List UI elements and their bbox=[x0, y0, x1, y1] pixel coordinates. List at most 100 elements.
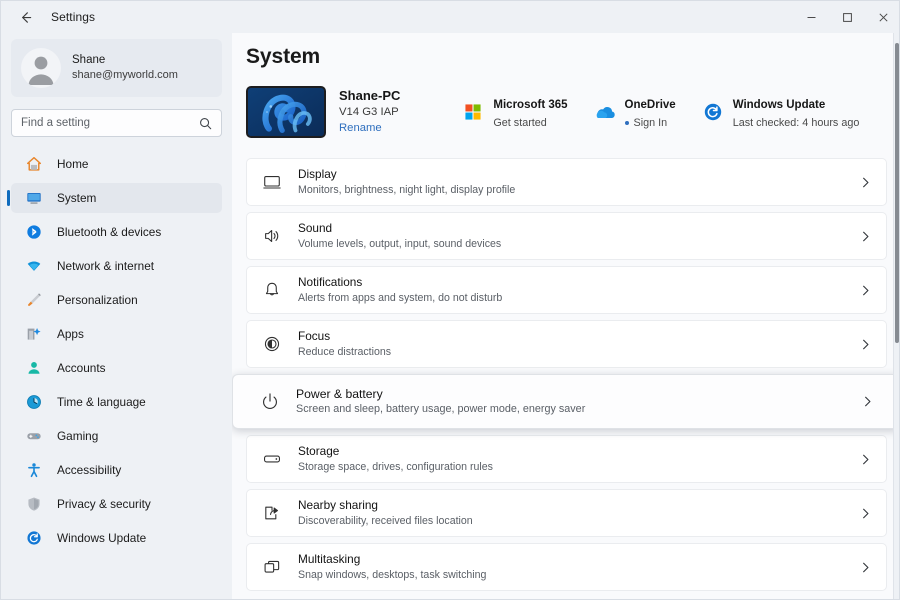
close-button[interactable] bbox=[865, 1, 899, 33]
minimize-button[interactable] bbox=[793, 1, 829, 33]
sidebar-item-label: Accessibility bbox=[57, 463, 122, 477]
settings-row-subtitle: Volume levels, output, input, sound devi… bbox=[298, 237, 502, 250]
settings-row-notifications[interactable]: Notifications Alerts from apps and system… bbox=[246, 266, 887, 314]
settings-row-multitasking[interactable]: Multitasking Snap windows, desktops, task… bbox=[246, 543, 887, 591]
status-card-onedrive[interactable]: OneDrive Sign In bbox=[594, 93, 676, 131]
account-person-icon bbox=[24, 358, 44, 378]
sidebar-item-label: Time & language bbox=[57, 395, 146, 409]
home-icon bbox=[24, 154, 44, 174]
settings-row-focus[interactable]: Focus Reduce distractions bbox=[246, 320, 887, 368]
status-card-windows-update[interactable]: Windows Update Last checked: 4 hours ago bbox=[702, 93, 860, 131]
settings-row-meta: Notifications Alerts from apps and system… bbox=[298, 275, 859, 305]
sidebar-item-apps[interactable]: Apps bbox=[11, 319, 222, 349]
sidebar-item-privacy-security[interactable]: Privacy & security bbox=[11, 489, 222, 519]
main-content: System Shane-PC V14 G3 IAP Rename Micros… bbox=[232, 33, 899, 599]
status-title: Windows Update bbox=[732, 99, 826, 112]
sidebar-item-home[interactable]: Home bbox=[11, 149, 222, 179]
onedrive-cloud-icon bbox=[594, 101, 616, 123]
search-input[interactable]: Find a setting bbox=[11, 109, 222, 137]
settings-row-meta: Nearby sharing Discoverability, received … bbox=[298, 498, 859, 528]
device-meta: Shane-PC V14 G3 IAP Rename bbox=[339, 87, 400, 136]
status-meta: OneDrive Sign In bbox=[624, 93, 676, 131]
apps-icon bbox=[24, 324, 44, 344]
status-meta: Windows Update Last checked: 4 hours ago bbox=[733, 93, 860, 131]
close-icon bbox=[878, 12, 889, 23]
settings-row-storage[interactable]: Storage Storage space, drives, configurat… bbox=[246, 435, 887, 483]
sidebar-item-windows-update[interactable]: Windows Update bbox=[11, 523, 222, 553]
maximize-button[interactable] bbox=[829, 1, 865, 33]
sidebar-item-label: System bbox=[57, 191, 97, 205]
settings-row-sound[interactable]: Sound Volume levels, output, input, sound… bbox=[246, 212, 887, 260]
sidebar-item-personalization[interactable]: Personalization bbox=[11, 285, 222, 315]
update-refresh-icon bbox=[24, 528, 44, 548]
windows-update-icon bbox=[702, 101, 724, 123]
settings-row-title: Multitasking bbox=[298, 551, 361, 566]
sidebar-item-label: Windows Update bbox=[57, 531, 147, 545]
device-thumbnail bbox=[246, 86, 326, 138]
settings-row-power-battery[interactable]: Power & battery Screen and sleep, battery… bbox=[232, 374, 899, 429]
account-name: Shane bbox=[72, 54, 106, 67]
status-subtitle: Last checked: 4 hours ago bbox=[733, 116, 860, 131]
person-avatar-icon bbox=[21, 48, 61, 88]
nearby-share-icon bbox=[259, 500, 285, 526]
settings-row-title: Notifications bbox=[298, 274, 363, 289]
sidebar-item-system[interactable]: System bbox=[7, 183, 222, 213]
settings-row-meta: Power & battery Screen and sleep, battery… bbox=[296, 386, 861, 417]
sidebar-item-accessibility[interactable]: Accessibility bbox=[11, 455, 222, 485]
bluetooth-icon bbox=[24, 222, 44, 242]
bell-icon bbox=[259, 277, 285, 303]
minimize-icon bbox=[806, 12, 817, 23]
settings-window: Settings Shane shane@myworld.com Find a … bbox=[0, 0, 900, 600]
status-meta: Microsoft 365 Get started bbox=[493, 93, 567, 131]
page-title: System bbox=[246, 45, 321, 68]
microsoft-365-icon bbox=[462, 101, 484, 123]
chevron-right-icon bbox=[859, 338, 872, 351]
account-meta: Shane shane@myworld.com bbox=[72, 53, 178, 83]
account-email: shane@myworld.com bbox=[72, 69, 178, 82]
settings-row-title: Display bbox=[298, 166, 337, 181]
gamepad-icon bbox=[24, 426, 44, 446]
window-controls bbox=[793, 1, 899, 33]
settings-row-display[interactable]: Display Monitors, brightness, night light… bbox=[246, 158, 887, 206]
sidebar-item-label: Apps bbox=[57, 327, 84, 341]
shield-icon bbox=[24, 494, 44, 514]
settings-row-subtitle: Alerts from apps and system, do not dist… bbox=[298, 291, 503, 304]
settings-row-meta: Display Monitors, brightness, night light… bbox=[298, 167, 859, 197]
sidebar-item-gaming[interactable]: Gaming bbox=[11, 421, 222, 451]
settings-row-subtitle: Storage space, drives, configuration rul… bbox=[298, 460, 493, 473]
settings-row-title: Storage bbox=[298, 443, 340, 458]
sidebar-item-time-language[interactable]: Time & language bbox=[11, 387, 222, 417]
settings-row-meta: Focus Reduce distractions bbox=[298, 329, 859, 359]
storage-drive-icon bbox=[259, 446, 285, 472]
chevron-right-icon bbox=[859, 561, 872, 574]
arrow-left-icon bbox=[18, 10, 33, 25]
sidebar-item-label: Personalization bbox=[57, 293, 138, 307]
back-button[interactable] bbox=[9, 1, 41, 33]
account-card[interactable]: Shane shane@myworld.com bbox=[11, 39, 222, 97]
status-card-microsoft-365[interactable]: Microsoft 365 Get started bbox=[462, 93, 568, 131]
settings-row-title: Nearby sharing bbox=[298, 497, 378, 512]
settings-row-subtitle: Reduce distractions bbox=[298, 345, 392, 358]
status-cards: Microsoft 365 Get started OneDrive Sign In… bbox=[462, 93, 859, 131]
settings-row-meta: Multitasking Snap windows, desktops, task… bbox=[298, 552, 859, 582]
status-subtitle-text: Get started bbox=[493, 116, 547, 129]
settings-row-subtitle: Snap windows, desktops, task switching bbox=[298, 568, 487, 581]
paintbrush-icon bbox=[24, 290, 44, 310]
scrollbar-thumb[interactable] bbox=[895, 43, 899, 343]
clock-icon bbox=[24, 392, 44, 412]
rename-link[interactable]: Rename bbox=[339, 121, 400, 137]
settings-row-meta: Storage Storage space, drives, configurat… bbox=[298, 444, 859, 474]
title-bar: Settings bbox=[1, 1, 899, 33]
settings-row-title: Focus bbox=[298, 328, 331, 343]
device-strip: Shane-PC V14 G3 IAP Rename Microsoft 365… bbox=[246, 82, 899, 142]
scrollbar[interactable] bbox=[893, 33, 899, 599]
settings-row-title: Power & battery bbox=[296, 386, 383, 401]
wifi-icon bbox=[24, 256, 44, 276]
sidebar-item-accounts[interactable]: Accounts bbox=[11, 353, 222, 383]
sidebar-item-network-internet[interactable]: Network & internet bbox=[11, 251, 222, 281]
settings-row-nearby-sharing[interactable]: Nearby sharing Discoverability, received … bbox=[246, 489, 887, 537]
sidebar-item-label: Gaming bbox=[57, 429, 99, 443]
settings-row-meta: Sound Volume levels, output, input, sound… bbox=[298, 221, 859, 251]
avatar bbox=[21, 48, 61, 88]
sidebar-item-bluetooth-devices[interactable]: Bluetooth & devices bbox=[11, 217, 222, 247]
